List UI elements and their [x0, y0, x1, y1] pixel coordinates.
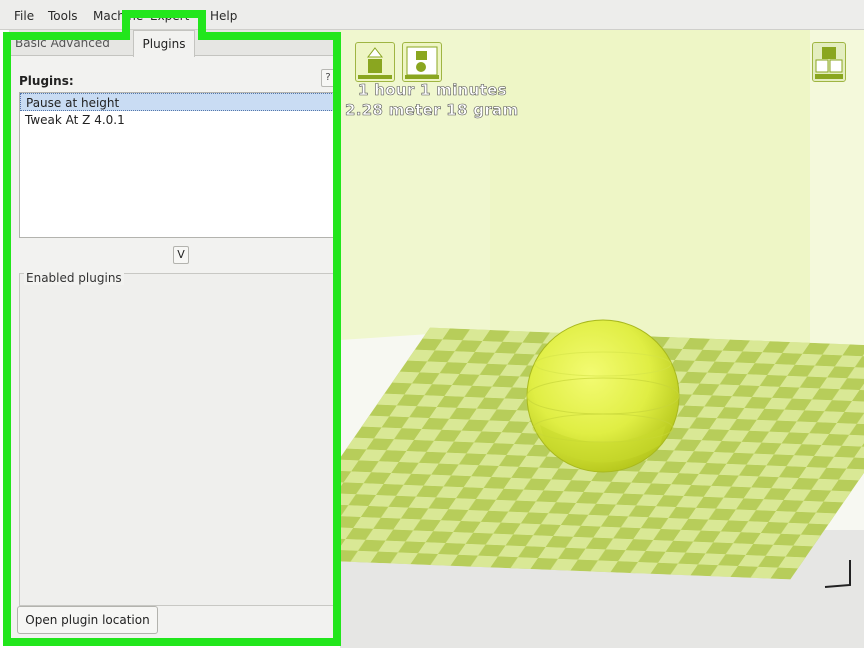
enabled-plugins-label: Enabled plugins — [24, 271, 124, 285]
menu-bar: File Tools Machine Expert Help — [0, 0, 864, 30]
3d-viewport[interactable]: 1 hour 1 minutes 2.28 meter 18 gram — [340, 30, 864, 648]
settings-panel: Basic Advanced Plugins Plugins: ? Pause … — [9, 30, 340, 642]
plugin-list-item[interactable]: Tweak At Z 4.0.1 — [20, 111, 336, 129]
menu-machine[interactable]: Machine — [93, 9, 143, 23]
plugin-list[interactable]: Pause at height Tweak At Z 4.0.1 — [19, 92, 337, 238]
plugins-header: Plugins: — [19, 74, 74, 88]
build-volume-scene — [340, 30, 864, 648]
menu-help[interactable]: Help — [210, 9, 237, 23]
tab-plugins[interactable]: Plugins — [133, 30, 195, 57]
menu-tools[interactable]: Tools — [48, 9, 78, 23]
tab-advanced-label: Advanced — [50, 36, 110, 50]
enabled-plugins-group: Enabled plugins — [19, 271, 337, 606]
view-mode-button[interactable] — [812, 42, 846, 82]
plugin-list-item[interactable]: Pause at height — [20, 93, 336, 111]
print-material-estimate: 2.28 meter 18 gram — [345, 101, 519, 120]
menu-expert[interactable]: Expert — [150, 9, 189, 23]
tab-basic-advanced[interactable]: Basic Advanced — [9, 36, 127, 56]
right-wall — [810, 30, 864, 380]
open-plugin-location-button[interactable]: Open plugin location — [17, 606, 158, 634]
model-sphere[interactable] — [526, 319, 680, 473]
tab-strip: Basic Advanced Plugins — [9, 30, 340, 57]
plugin-help-button[interactable]: ? — [321, 69, 335, 87]
add-plugin-button[interactable]: V — [173, 246, 189, 264]
tab-basic-label: Basic — [15, 36, 47, 50]
load-model-button[interactable] — [355, 42, 395, 82]
menu-file[interactable]: File — [14, 9, 34, 23]
lay-flat-button[interactable] — [402, 42, 442, 82]
back-wall — [490, 30, 810, 365]
print-time-estimate: 1 hour 1 minutes — [358, 81, 507, 100]
